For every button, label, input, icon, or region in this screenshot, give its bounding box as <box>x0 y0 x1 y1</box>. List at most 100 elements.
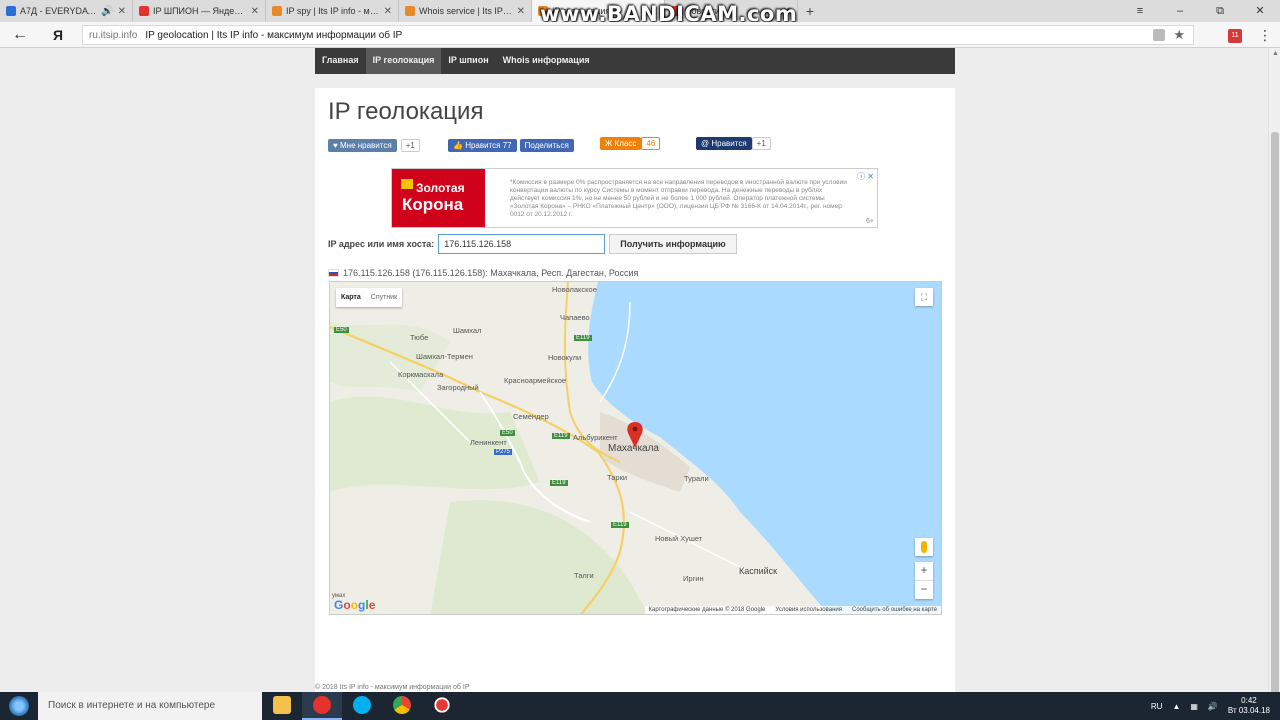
speaker-icon[interactable]: 🔊 <box>101 6 113 17</box>
yandex-logo-icon[interactable]: Я <box>40 27 76 43</box>
ip-input-label: IP адрес или имя хоста: <box>328 239 435 249</box>
taskbar-app-file-explorer[interactable] <box>262 692 302 720</box>
close-tab-icon[interactable]: ✕ <box>384 6 392 17</box>
result-text: 176.115.126.158 (176.115.126.158): Махач… <box>343 268 639 278</box>
street-view-pegman-icon[interactable] <box>915 538 933 556</box>
nav-item-ip-spy[interactable]: IP шпион <box>441 48 495 74</box>
geolocation-result: 176.115.126.158 (176.115.126.158): Махач… <box>328 268 638 278</box>
browser-toolbar: ← Я ru.itsip.info IP geolocation | Its I… <box>0 22 1280 48</box>
map-report-error-link[interactable]: Сообщить об ошибке на карте <box>852 607 937 613</box>
window-controls: ≡ – ⧉ ✕ <box>1120 0 1280 22</box>
address-bar[interactable]: ru.itsip.info IP geolocation | Its IP in… <box>82 25 1194 45</box>
tab-favicon-icon <box>405 6 415 16</box>
map-label: Шамхал <box>453 326 482 335</box>
fb-like-button[interactable]: 👍 Нравится 77 <box>448 139 517 152</box>
close-tab-icon[interactable]: ✕ <box>251 6 259 17</box>
fb-share-button[interactable]: Поделиться <box>519 139 574 152</box>
browser-tab[interactable]: IP spy | Its IP info - максиму ✕ <box>266 0 399 22</box>
bookmark-star-icon[interactable]: ★ <box>1173 27 1185 43</box>
start-button[interactable] <box>0 692 38 720</box>
page-viewport: Главная IP геолокация IP шпион Whois инф… <box>0 48 1268 704</box>
ad-banner[interactable]: Золотая Корона *Комиссия в размере 0% ра… <box>391 168 878 228</box>
tray-overflow-icon[interactable]: ▲ <box>1172 702 1180 711</box>
site-nav: Главная IP геолокация IP шпион Whois инф… <box>315 48 955 74</box>
map-label: Коркмаскала <box>398 370 444 379</box>
mailru-like-label: Нравится <box>711 139 747 148</box>
ok-logo-icon: Ж <box>605 139 615 148</box>
volume-icon[interactable]: 🔊 <box>1208 702 1218 711</box>
scroll-up-icon[interactable]: ▲ <box>1272 50 1279 57</box>
tab-title: IP spy | Its IP info - максиму <box>286 6 380 16</box>
map-label: Шамхал-Термен <box>416 352 473 361</box>
map-type-toggle: Карта Спутник <box>336 288 403 307</box>
map-label: Альбурикент <box>573 433 618 442</box>
google-map[interactable]: Новолакское Чапаево Шамхал Тюбе Шамхал-Т… <box>329 281 942 615</box>
map-label: Семендер <box>513 412 549 421</box>
road-shield: E119 <box>552 433 570 439</box>
mailru-widget: @ Нравится +1 <box>696 137 771 150</box>
new-tab-button[interactable]: + <box>798 0 822 22</box>
taskbar-search[interactable]: Поиск в интернете и на компьютере <box>38 692 262 720</box>
taskbar-app-skype[interactable] <box>342 692 382 720</box>
mail-badge-icon[interactable]: 11 <box>1228 28 1242 43</box>
map-label: Красноармейское <box>504 376 567 385</box>
network-icon[interactable]: ▦ <box>1190 702 1198 711</box>
vk-like-button[interactable]: ♥ Мне нравится <box>328 139 397 152</box>
mailru-like-button[interactable]: @ Нравится <box>696 137 752 150</box>
nav-item-home[interactable]: Главная <box>315 48 366 74</box>
google-logo[interactable]: Google <box>334 598 375 612</box>
browser-menu-icon[interactable]: ≡ <box>1120 0 1160 22</box>
ad-age-rating: 6+ <box>866 218 874 225</box>
minimize-icon[interactable]: – <box>1160 0 1200 22</box>
map-data-copyright: Картографические данные © 2018 Google <box>648 607 766 613</box>
browser-tab[interactable]: Whois service | Its IP info ✕ <box>399 0 532 22</box>
adchoices-icon[interactable]: ⓘ ✕ <box>857 171 874 182</box>
toolbar-right: 11 ⋮ <box>1228 27 1272 44</box>
map-attribution: Картографические данные © 2018 Google Ус… <box>644 606 941 614</box>
map-type-satellite-button[interactable]: Спутник <box>366 288 402 307</box>
browser-tab[interactable]: A7Д - EVERYDAY ▯▯ 🔊 ✕ <box>0 0 133 22</box>
taskbar-app-bandicam[interactable] <box>422 692 462 720</box>
tab-favicon-icon <box>272 6 282 16</box>
taskbar-app-chrome[interactable] <box>382 692 422 720</box>
nav-item-ip-geolocation[interactable]: IP геолокация <box>365 48 442 74</box>
thumbs-up-icon: 👍 <box>453 141 466 150</box>
nav-item-whois[interactable]: Whois информация <box>496 48 597 74</box>
map-terms-link[interactable]: Условия использования <box>775 607 842 613</box>
tab-strip: A7Д - EVERYDAY ▯▯ 🔊 ✕ IP ШПИОН — Яндекс:… <box>0 0 1280 26</box>
map-type-map-button[interactable]: Карта <box>336 288 366 307</box>
close-window-icon[interactable]: ✕ <box>1240 0 1280 22</box>
fullscreen-icon[interactable]: ⛶ <box>915 288 933 306</box>
page-scrollbar[interactable]: ▲ <box>1268 48 1280 718</box>
restore-icon[interactable]: ⧉ <box>1200 0 1240 22</box>
close-tab-icon[interactable]: ✕ <box>118 6 126 17</box>
ok-class-label: Класс <box>614 139 637 148</box>
ok-class-button[interactable]: Ж Класс <box>600 137 642 150</box>
windows-logo-icon <box>9 696 29 716</box>
ok-widget: Ж Класс 46 <box>600 137 661 150</box>
skype-icon <box>353 696 371 714</box>
record-icon <box>433 696 451 714</box>
map-label: Новокули <box>548 353 582 362</box>
browser-tab[interactable]: IP ШПИОН — Яндекс: наш ✕ <box>133 0 266 22</box>
ip-lookup-form: IP адрес или имя хоста: Получить информа… <box>328 234 737 254</box>
language-indicator[interactable]: RU <box>1151 702 1163 711</box>
more-menu-icon[interactable]: ⋮ <box>1258 27 1272 44</box>
scrollbar-thumb[interactable] <box>1271 132 1279 718</box>
map-label: Чапаево <box>560 313 590 322</box>
zoom-in-button[interactable]: + <box>915 562 933 580</box>
zoom-control: + − <box>915 562 933 599</box>
vk-like-count: +1 <box>400 139 420 152</box>
ip-input[interactable] <box>438 234 606 254</box>
ad-disclaimer: *Комиссия в размере 0% распространяется … <box>510 179 847 218</box>
get-info-button[interactable]: Получить информацию <box>609 234 737 254</box>
map-label: Талги <box>574 571 594 580</box>
taskbar-app-yandex-browser[interactable] <box>302 692 342 720</box>
clock[interactable]: 0:42 Вт 03.04.18 <box>1228 696 1270 716</box>
back-arrow-icon[interactable]: ← <box>0 26 40 44</box>
vk-like-widget: ♥ Мне нравится +1 <box>328 139 420 152</box>
close-tab-icon[interactable]: ✕ <box>517 6 525 17</box>
protect-icon[interactable] <box>1153 29 1165 41</box>
vk-like-label: Мне нравится <box>339 141 392 150</box>
zoom-out-button[interactable]: − <box>915 581 933 599</box>
